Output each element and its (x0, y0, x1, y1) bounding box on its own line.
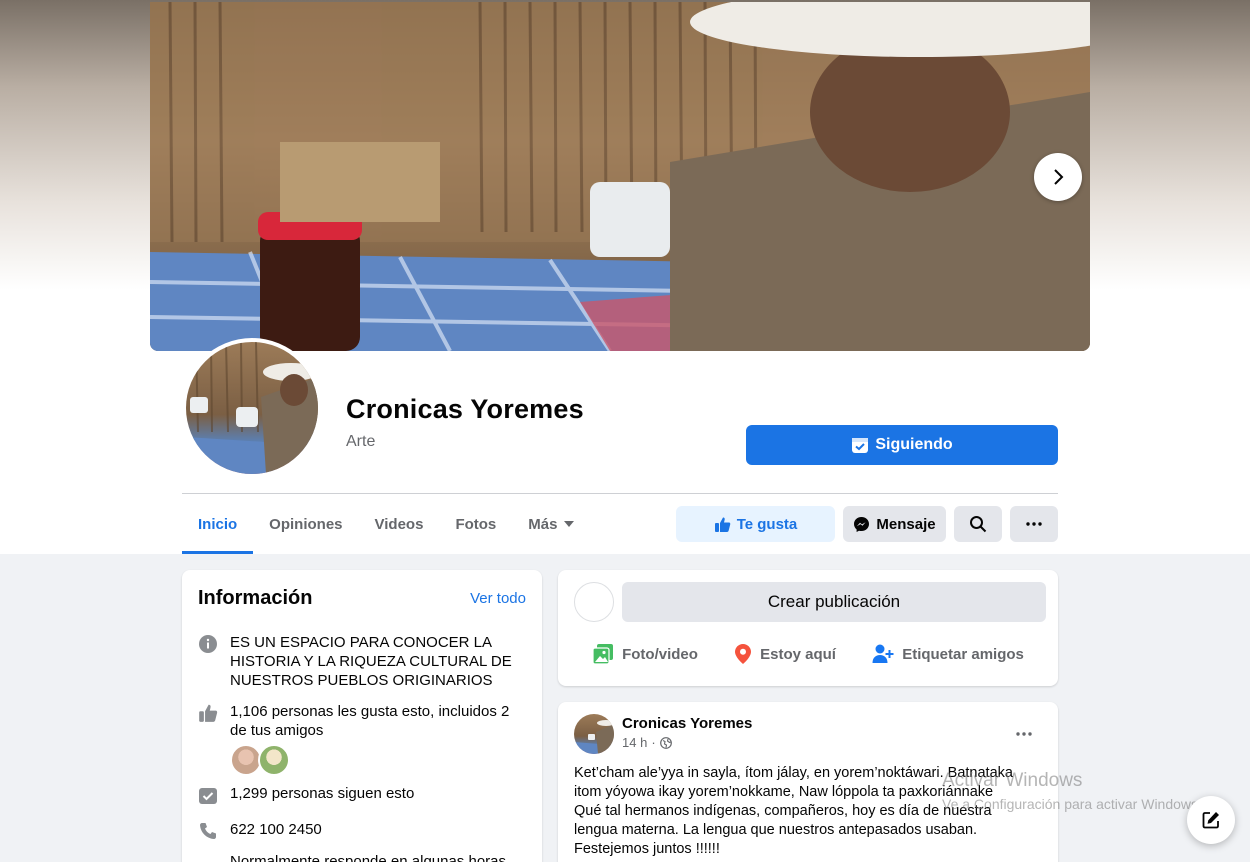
like-button[interactable]: Te gusta (676, 506, 835, 542)
post-time[interactable]: 14 h (622, 735, 647, 750)
windows-activation-watermark: Activar Windows Ve a Configuración para … (942, 770, 1202, 812)
search-icon (970, 516, 987, 533)
search-button[interactable] (954, 506, 1002, 542)
tab-label: Fotos (455, 515, 497, 533)
tab-videos[interactable]: Videos (359, 494, 440, 554)
thumbs-up-icon (714, 517, 730, 532)
friends-avatars (230, 744, 528, 776)
location-pin-icon (735, 644, 752, 664)
page-tabs: Inicio Opiniones Videos Fotos Más (182, 494, 591, 554)
info-icon (199, 635, 217, 653)
tab-mas[interactable]: Más (512, 494, 591, 554)
following-label: Siguiendo (875, 436, 953, 453)
user-avatar[interactable] (574, 582, 614, 622)
create-post-input[interactable]: Crear publicación (622, 582, 1046, 622)
page-category[interactable]: Arte (346, 433, 375, 451)
tab-opiniones[interactable]: Opiniones (253, 494, 358, 554)
friend-avatar[interactable] (258, 744, 290, 776)
create-post-actions: Foto/video Estoy aquí Etiquetar amigos (574, 634, 1042, 674)
like-label: Te gusta (736, 515, 798, 533)
info-phone-text[interactable]: 622 100 2450 (230, 820, 322, 841)
followers-icon (199, 788, 217, 804)
tab-fotos[interactable]: Fotos (439, 494, 512, 554)
following-button[interactable]: Siguiendo (746, 425, 1058, 465)
post-more-button[interactable] (1006, 716, 1042, 752)
phone-icon (200, 823, 216, 839)
info-likes-row: 1,106 personas les gusta esto, incluidos… (198, 702, 528, 776)
info-response-row: Normalmente responde en algunas horas (198, 852, 528, 862)
new-message-button[interactable] (1187, 796, 1235, 844)
tag-friends-label: Etiquetar amigos (902, 645, 1024, 663)
more-icon (1026, 522, 1042, 526)
check-in-button[interactable]: Estoy aquí (734, 634, 836, 674)
photo-video-icon (592, 644, 614, 665)
post-meta: 14 h · (622, 735, 672, 750)
info-title: Información (198, 587, 313, 609)
messenger-check-icon (852, 438, 869, 453)
message-button[interactable]: Mensaje (843, 506, 946, 542)
page-title: Cronicas Yoremes (346, 394, 584, 424)
avatar-image (186, 342, 318, 474)
info-card: Información Ver todo ES UN ESPACIO PARA … (182, 570, 542, 862)
check-in-label: Estoy aquí (760, 645, 836, 663)
chevron-right-icon (1054, 169, 1064, 185)
photo-video-label: Foto/video (622, 645, 698, 663)
info-about-text: ES UN ESPACIO PARA CONOCER LA HISTORIA Y… (230, 634, 512, 689)
cover-photo[interactable] (150, 2, 1090, 351)
info-followers-text: 1,299 personas siguen esto (230, 785, 415, 802)
info-about-row: ES UN ESPACIO PARA CONOCER LA HISTORIA Y… (198, 633, 528, 690)
create-post-card: Crear publicación Foto/video Estoy aquí (558, 570, 1058, 686)
tab-label: Inicio (198, 515, 238, 533)
page-header: Cronicas Yoremes Arte Siguiendo Inicio O… (0, 0, 1250, 554)
post-author-avatar[interactable] (574, 714, 614, 754)
caret-down-icon (564, 521, 575, 527)
more-options-button[interactable] (1010, 506, 1058, 542)
info-likes-text: 1,106 personas les gusta esto, incluidos… (230, 703, 510, 739)
info-phone-row: 622 100 2450 (198, 820, 528, 841)
message-label: Mensaje (876, 515, 936, 533)
watermark-title: Activar Windows (942, 770, 1083, 791)
tab-label: Más (528, 515, 558, 533)
messenger-icon (854, 516, 870, 532)
info-response-text: Normalmente responde en algunas horas (230, 853, 506, 862)
photo-video-button[interactable]: Foto/video (592, 634, 698, 674)
tag-friends-button[interactable]: Etiquetar amigos (872, 634, 1024, 674)
tab-label: Opiniones (269, 515, 343, 533)
info-followers-row: 1,299 personas siguen esto (198, 784, 528, 805)
tag-friends-icon (872, 644, 894, 663)
tab-inicio[interactable]: Inicio (182, 494, 254, 554)
page-avatar[interactable] (182, 338, 322, 478)
tab-label: Videos (374, 515, 424, 533)
compose-icon (1202, 812, 1219, 829)
thumbs-up-icon (199, 704, 218, 722)
see-all-link[interactable]: Ver todo (470, 590, 526, 607)
globe-icon (659, 736, 672, 749)
cover-next-button[interactable] (1034, 153, 1082, 201)
post-author[interactable]: Cronicas Yoremes (622, 715, 752, 732)
watermark-subtitle: Ve a Configuración para activar Windows. (942, 796, 1202, 812)
more-icon (1016, 732, 1032, 736)
